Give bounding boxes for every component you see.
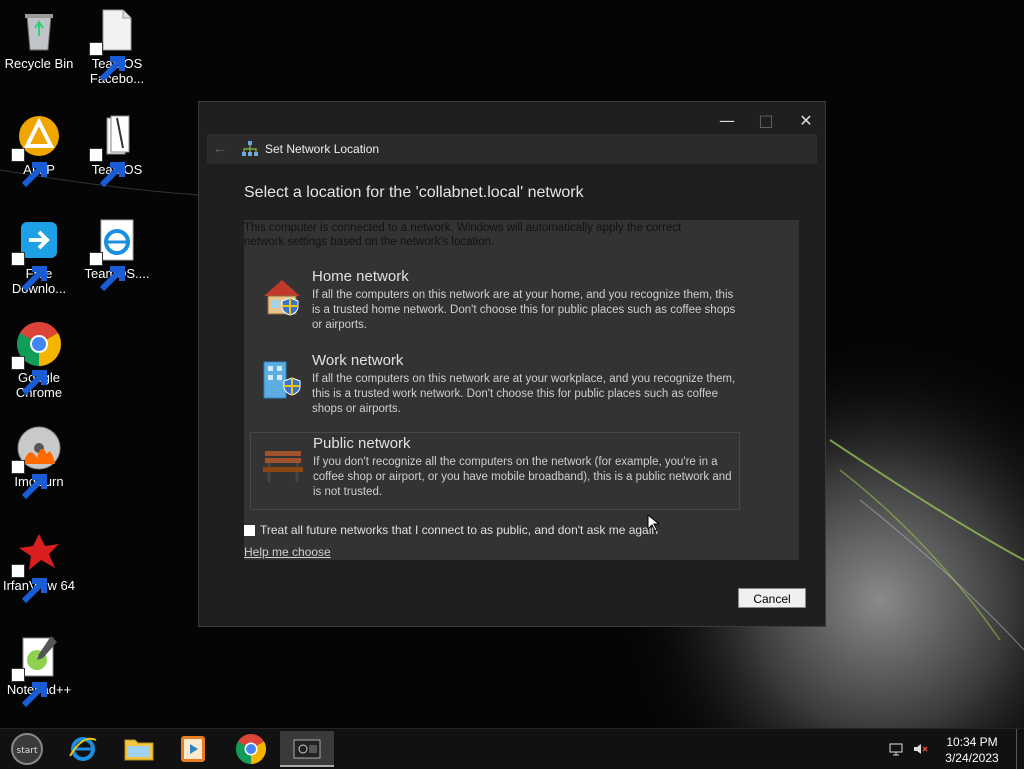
chrome-icon: [235, 734, 267, 764]
clock-time: 10:34 PM: [946, 735, 998, 749]
home-icon: [264, 280, 300, 316]
public-network-description: If you don't recognize all the computers…: [313, 456, 732, 498]
close-icon: ✕: [799, 111, 813, 130]
treat-future-public-row[interactable]: Treat all future networks that I connect…: [244, 523, 658, 537]
desktop-icon-google-chrome[interactable]: Google Chrome: [0, 320, 78, 400]
taskbar-media-player[interactable]: [170, 731, 216, 767]
taskbar: start 10:34 PM 3/24/2023: [0, 728, 1024, 769]
work-network-option[interactable]: Work network If all the computers on thi…: [250, 350, 740, 426]
maximize-icon: □: [758, 111, 774, 130]
start-orb-icon: start: [11, 733, 43, 765]
shortcut-arrow-icon: [89, 148, 125, 188]
home-network-title: Home network: [312, 268, 409, 285]
dialog-title: Set Network Location: [265, 142, 380, 156]
volume-muted-icon[interactable]: [912, 741, 928, 757]
folder-icon: [124, 739, 154, 761]
shortcut-arrow-icon: [11, 668, 47, 708]
desktop-icon-teamos-ie[interactable]: TeamOS....: [78, 216, 156, 292]
work-network-description: If all the computers on this network are…: [312, 373, 736, 415]
taskbar-google-chrome[interactable]: [228, 731, 274, 767]
desktop-icon-irfanview[interactable]: IrfanView 64: [0, 528, 78, 604]
shortcut-arrow-icon: [89, 252, 125, 292]
desktop-icon-teamos-facebook[interactable]: TeamOS Facebo...: [78, 6, 156, 86]
desktop-icon-teamos[interactable]: TeamOS: [78, 112, 156, 188]
park-bench-icon: [263, 451, 303, 482]
clock-date: 3/24/2023: [945, 751, 999, 765]
desktop-icon-free-download[interactable]: Free Downlo...: [0, 216, 78, 296]
mouse-cursor-icon: [647, 514, 659, 532]
maximize-button[interactable]: □: [751, 110, 781, 132]
shortcut-arrow-icon: [11, 564, 47, 604]
action-center-icon[interactable]: [888, 741, 904, 757]
public-network-option[interactable]: Public network If you don't recognize al…: [250, 432, 740, 510]
dialog-title-bar: ← Set Network Location: [207, 134, 817, 164]
system-clock[interactable]: 10:34 PM 3/24/2023: [940, 734, 1004, 766]
media-player-icon: [181, 736, 205, 762]
home-network-description: If all the computers on this network are…: [312, 289, 736, 331]
dialog-heading: Select a location for the 'collabnet.loc…: [244, 184, 584, 201]
minimize-icon: —: [719, 111, 735, 130]
back-arrow-icon[interactable]: ←: [213, 140, 227, 156]
shortcut-arrow-icon: [11, 460, 47, 500]
help-me-choose-link[interactable]: Help me choose: [244, 545, 331, 559]
treat-future-public-checkbox[interactable]: [244, 525, 255, 537]
shortcut-arrow-icon: [11, 252, 47, 292]
desktop-icon-label: Recycle Bin: [4, 56, 74, 71]
desktop-icon-imgburn[interactable]: ImgBurn: [0, 424, 78, 500]
show-desktop-button[interactable]: [1016, 729, 1024, 769]
start-button[interactable]: start: [4, 731, 50, 767]
recycle-bin-icon: [25, 14, 53, 51]
close-button[interactable]: ✕: [791, 110, 821, 132]
intro-text: This computer is connected to a network.…: [244, 222, 682, 248]
treat-future-public-label: Treat all future networks that I connect…: [260, 523, 659, 537]
taskbar-network-location-window[interactable]: [280, 731, 334, 767]
shortcut-arrow-icon: [11, 148, 47, 188]
desktop-icon-recycle-bin[interactable]: Recycle Bin: [0, 6, 78, 71]
desktop-icon-notepad-plus-plus[interactable]: Notepad++: [0, 632, 78, 708]
start-label: start: [17, 746, 38, 756]
network-options-panel: This computer is connected to a network.…: [244, 220, 799, 560]
shortcut-arrow-icon: [11, 356, 47, 396]
window-icon: [293, 739, 321, 759]
home-network-option[interactable]: Home network If all the computers on thi…: [250, 266, 740, 342]
minimize-button[interactable]: —: [712, 110, 742, 132]
set-network-location-dialog: — □ ✕ ← Set Network Location Select a lo…: [198, 101, 826, 627]
desktop-icon-aimp[interactable]: AIMP: [0, 112, 78, 188]
public-network-title: Public network: [313, 435, 411, 452]
work-network-title: Work network: [312, 352, 404, 369]
cancel-button[interactable]: Cancel: [738, 588, 806, 608]
shortcut-arrow-icon: [89, 42, 125, 82]
internet-explorer-icon: [69, 737, 97, 761]
taskbar-file-explorer[interactable]: [116, 731, 162, 767]
network-icon: [242, 141, 258, 156]
work-building-icon: [263, 361, 301, 399]
taskbar-internet-explorer[interactable]: [60, 731, 106, 767]
